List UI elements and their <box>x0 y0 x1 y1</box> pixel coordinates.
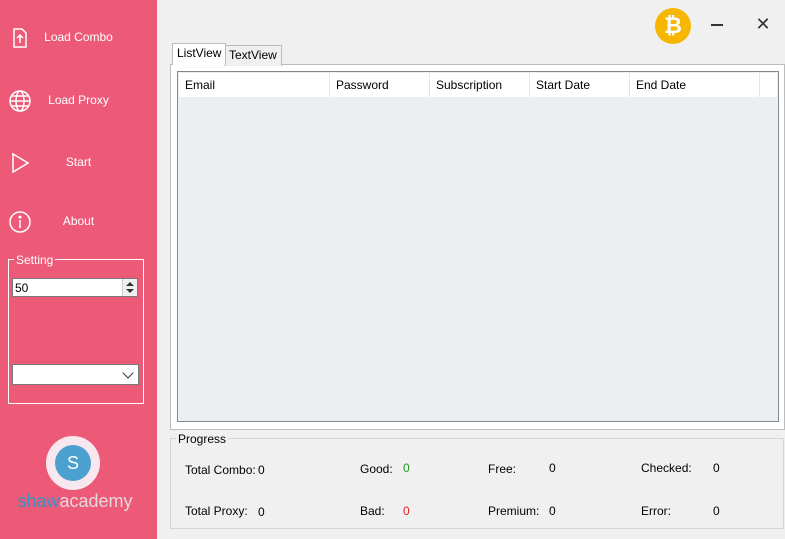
good-label: Good: <box>360 462 393 476</box>
bad-label: Bad: <box>360 504 385 518</box>
total-combo-label: Total Combo: <box>185 463 256 477</box>
checked-value: 0 <box>713 461 720 475</box>
bad-value: 0 <box>403 504 410 518</box>
about-label: About <box>62 214 95 228</box>
logo-text: shawacademy <box>0 491 150 512</box>
good-value: 0 <box>403 461 410 475</box>
premium-label: Premium: <box>488 504 540 518</box>
load-combo-label: Load Combo <box>44 30 113 44</box>
error-label: Error: <box>641 504 671 518</box>
column-end-date[interactable]: End Date <box>630 73 760 97</box>
minimize-icon <box>711 24 723 26</box>
free-value: 0 <box>549 461 556 475</box>
threads-value: 50 <box>15 281 29 295</box>
threads-stepper[interactable]: 50 <box>12 278 138 297</box>
free-label: Free: <box>488 462 517 476</box>
premium-value: 0 <box>549 504 556 518</box>
setting-legend: Setting <box>14 253 56 267</box>
column-email[interactable]: Email <box>179 73 330 97</box>
tab-textview[interactable]: TextView <box>224 45 282 66</box>
sidebar: Load Combo Load Proxy Start About Settin… <box>0 0 157 539</box>
listview-header: Email Password Subscription Start Date E… <box>179 73 777 97</box>
stepper-down-icon[interactable] <box>126 289 134 293</box>
error-value: 0 <box>713 504 720 518</box>
start-button[interactable]: Start <box>0 143 157 183</box>
logo-icon: S <box>55 445 91 481</box>
logo-text-part2: academy <box>59 491 133 511</box>
total-combo-value: 0 <box>258 463 265 477</box>
results-listview[interactable]: Email Password Subscription Start Date E… <box>177 71 779 422</box>
stepper-up-icon[interactable] <box>126 282 134 286</box>
stepper-buttons[interactable] <box>122 279 137 296</box>
checked-label: Checked: <box>641 461 692 475</box>
logo-text-part1: shaw <box>17 491 60 511</box>
column-subscription[interactable]: Subscription <box>430 73 530 97</box>
minimize-button[interactable] <box>706 12 728 36</box>
about-button[interactable]: About <box>0 202 157 242</box>
load-combo-button[interactable]: Load Combo <box>0 18 157 58</box>
close-button[interactable]: ✕ <box>752 12 774 36</box>
column-password[interactable]: Password <box>330 73 430 97</box>
chevron-down-icon[interactable] <box>122 367 134 379</box>
start-label: Start <box>65 155 92 169</box>
setting-dropdown[interactable] <box>12 364 139 385</box>
total-proxy-label: Total Proxy: <box>185 504 248 518</box>
tab-listview[interactable]: ListView <box>172 43 227 65</box>
load-proxy-button[interactable]: Load Proxy <box>0 81 157 121</box>
bitcoin-icon[interactable]: ₿ <box>655 8 691 44</box>
total-proxy-value: 0 <box>258 505 265 519</box>
column-start-date[interactable]: Start Date <box>530 73 630 97</box>
progress-legend: Progress <box>176 432 229 446</box>
load-proxy-label: Load Proxy <box>48 93 109 107</box>
